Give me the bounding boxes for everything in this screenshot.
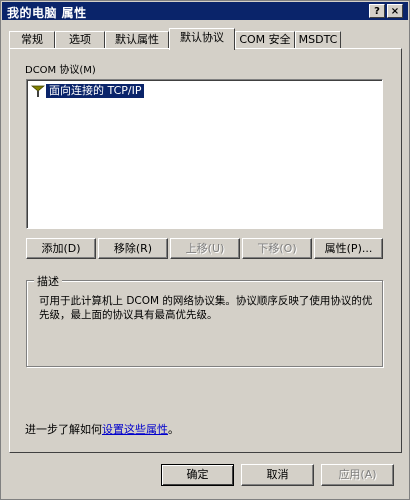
protocol-icon	[31, 85, 45, 97]
tab-general[interactable]: 常规	[9, 31, 55, 49]
more-info-prefix: 进一步了解如何	[25, 423, 102, 436]
title-bar[interactable]: 我的电脑 属性 ? ×	[2, 2, 408, 20]
protocols-listbox[interactable]: 面向连接的 TCP/IP	[26, 79, 383, 229]
tab-options[interactable]: 选项	[55, 31, 105, 49]
description-text: 可用于此计算机上 DCOM 的网络协议集。协议顺序反映了使用协议的优先级，最上面…	[39, 295, 373, 321]
move-up-button[interactable]: 上移(U)	[170, 238, 240, 259]
remove-button[interactable]: 移除(R)	[98, 238, 168, 259]
close-button[interactable]: ×	[387, 4, 403, 18]
ok-button[interactable]: 确定	[161, 464, 234, 486]
tab-default-protocols[interactable]: 默认协议	[169, 28, 235, 50]
window-title: 我的电脑 属性	[7, 6, 87, 20]
tab-msdtc[interactable]: MSDTC	[295, 31, 341, 49]
setup-properties-link[interactable]: 设置这些属性	[102, 423, 168, 436]
tab-com-security[interactable]: COM 安全	[235, 31, 295, 49]
help-button[interactable]: ?	[369, 4, 385, 18]
properties-button[interactable]: 属性(P)...	[314, 238, 383, 259]
cancel-button[interactable]: 取消	[241, 464, 314, 486]
protocol-item-label: 面向连接的 TCP/IP	[46, 84, 145, 98]
tab-default-properties[interactable]: 默认属性	[105, 31, 169, 49]
tab-bar: 常规 选项 默认属性 默认协议 COM 安全 MSDTC	[9, 28, 404, 50]
protocols-label: DCOM 协议(M)	[25, 65, 96, 76]
more-info: 进一步了解如何设置这些属性。	[25, 421, 179, 437]
properties-dialog: 我的电脑 属性 ? × 常规 选项 默认属性 默认协议 COM 安全 MSDTC…	[0, 0, 410, 500]
description-title: 描述	[34, 273, 62, 289]
apply-button[interactable]: 应用(A)	[321, 464, 394, 486]
add-button[interactable]: 添加(D)	[26, 238, 96, 259]
move-down-button[interactable]: 下移(O)	[242, 238, 312, 259]
more-info-suffix: 。	[168, 423, 179, 436]
